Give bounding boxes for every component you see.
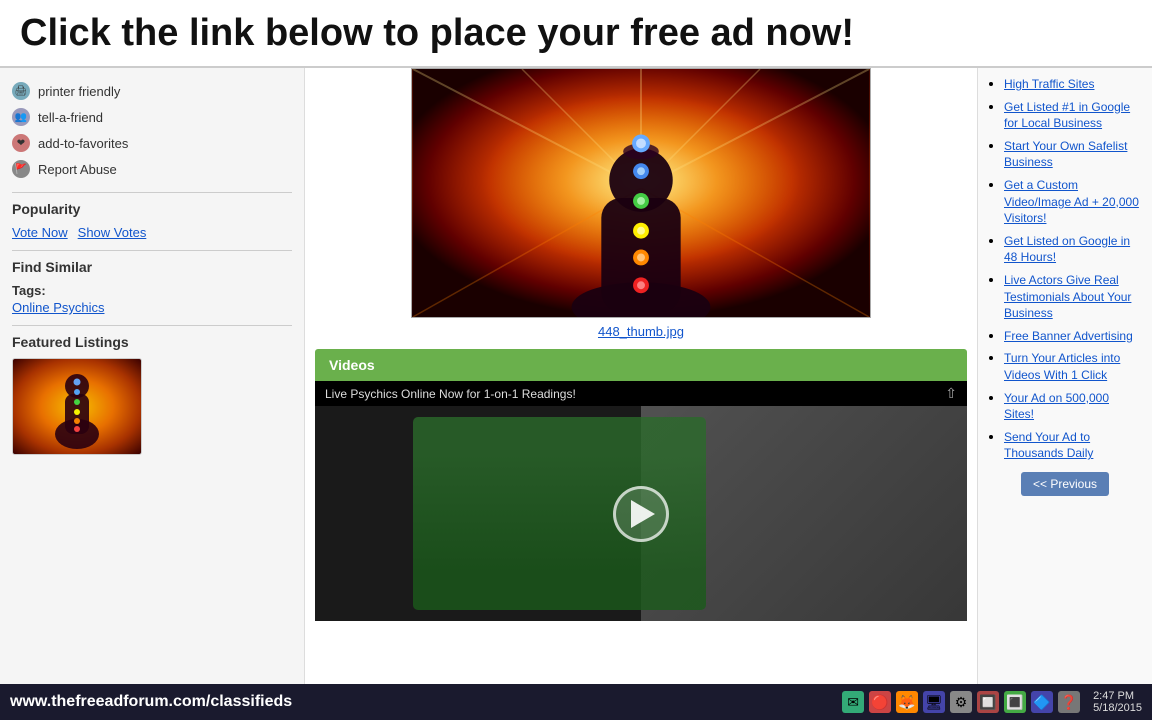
tell-friend-icon: 👥 xyxy=(12,108,30,126)
right-sidebar-list: High Traffic Sites Get Listed #1 in Goog… xyxy=(988,76,1142,462)
thousands-daily-link[interactable]: Send Your Ad to Thousands Daily xyxy=(1004,430,1093,461)
main-image-section: 448_thumb.jpg xyxy=(305,68,977,349)
printer-friendly-item[interactable]: 🖨 printer friendly xyxy=(0,78,304,104)
main-layout: 🖨 printer friendly 👥 tell-a-friend ❤ add… xyxy=(0,68,1152,684)
popularity-section: Popularity Vote Now Show Votes xyxy=(0,192,304,240)
taskbar-icon-mail[interactable]: ✉ xyxy=(842,691,864,713)
printer-friendly-link[interactable]: printer friendly xyxy=(38,84,120,99)
actors-testimonials-link[interactable]: Live Actors Give Real Testimonials About… xyxy=(1004,273,1131,320)
right-sidebar: High Traffic Sites Get Listed #1 in Goog… xyxy=(977,68,1152,684)
left-sidebar: 🖨 printer friendly 👥 tell-a-friend ❤ add… xyxy=(0,68,305,684)
add-favorites-link[interactable]: add-to-favorites xyxy=(38,136,128,151)
site-url: www.thefreeadforum.com/classifieds xyxy=(10,693,292,711)
tags-label: Tags: xyxy=(12,283,292,298)
bottom-taskbar: www.thefreeadforum.com/classifieds ✉ 🔴 🦊… xyxy=(0,684,1152,720)
show-votes-link[interactable]: Show Votes xyxy=(78,225,147,240)
image-caption[interactable]: 448_thumb.jpg xyxy=(598,324,684,339)
google-local-link[interactable]: Get Listed #1 in Google for Local Busine… xyxy=(1004,100,1130,131)
taskbar-icon-app1[interactable]: 🔴 xyxy=(869,691,891,713)
video-top-bar: Live Psychics Online Now for 1-on-1 Read… xyxy=(315,381,967,406)
previous-button[interactable]: << Previous xyxy=(1021,472,1109,496)
printer-icon: 🖨 xyxy=(12,82,30,100)
play-triangle-icon xyxy=(631,500,655,528)
list-item: Get a Custom Video/Image Ad + 20,000 Vis… xyxy=(1004,177,1142,227)
google-48-link[interactable]: Get Listed on Google in 48 Hours! xyxy=(1004,234,1130,265)
taskbar-icon-app2[interactable]: 🖥 xyxy=(923,691,945,713)
videos-section: Videos Live Psychics Online Now for 1-on… xyxy=(305,349,977,621)
sidebar-actions: 🖨 printer friendly 👥 tell-a-friend ❤ add… xyxy=(0,78,304,182)
chakra-svg xyxy=(412,69,870,317)
vote-now-link[interactable]: Vote Now xyxy=(12,225,68,240)
list-item: Get Listed on Google in 48 Hours! xyxy=(1004,233,1142,266)
flag-icon: 🚩 xyxy=(12,160,30,178)
taskbar-icon-app3[interactable]: ⚙ xyxy=(950,691,972,713)
list-item: Free Banner Advertising xyxy=(1004,328,1142,345)
list-item: Your Ad on 500,000 Sites! xyxy=(1004,390,1142,423)
custom-video-link[interactable]: Get a Custom Video/Image Ad + 20,000 Vis… xyxy=(1004,178,1139,225)
taskbar-icons: ✉ 🔴 🦊 🖥 ⚙ 🔲 🔳 🔷 ❓ 2:47 PM 5/18/2015 xyxy=(842,690,1142,714)
articles-videos-link[interactable]: Turn Your Articles into Videos With 1 Cl… xyxy=(1004,351,1120,382)
share-button[interactable]: ⇧ xyxy=(945,385,957,402)
play-button[interactable] xyxy=(613,486,669,542)
taskbar-icon-help[interactable]: ❓ xyxy=(1058,691,1080,713)
main-chakra-image xyxy=(411,68,871,318)
taskbar-clock: 2:47 PM 5/18/2015 xyxy=(1093,690,1142,714)
video-main-area[interactable] xyxy=(315,406,967,621)
taskbar-icon-app4[interactable]: 🔲 xyxy=(977,691,999,713)
free-banner-link[interactable]: Free Banner Advertising xyxy=(1004,329,1133,343)
video-player[interactable]: Live Psychics Online Now for 1-on-1 Read… xyxy=(315,381,967,621)
heart-icon: ❤ xyxy=(12,134,30,152)
taskbar-icon-firefox[interactable]: 🦊 xyxy=(896,691,918,713)
featured-listings-title: Featured Listings xyxy=(12,325,292,350)
list-item: Live Actors Give Real Testimonials About… xyxy=(1004,272,1142,322)
ad-500k-link[interactable]: Your Ad on 500,000 Sites! xyxy=(1004,391,1109,422)
popularity-links: Vote Now Show Votes xyxy=(12,225,292,240)
list-item: Turn Your Articles into Videos With 1 Cl… xyxy=(1004,350,1142,383)
report-abuse-item[interactable]: 🚩 Report Abuse xyxy=(0,156,304,182)
videos-header: Videos xyxy=(315,349,967,381)
top-banner: Click the link below to place your free … xyxy=(0,0,1152,68)
video-title: Live Psychics Online Now for 1-on-1 Read… xyxy=(325,387,576,401)
list-item: High Traffic Sites xyxy=(1004,76,1142,93)
taskbar-icon-app5[interactable]: 🔳 xyxy=(1004,691,1026,713)
taskbar-icon-app6[interactable]: 🔷 xyxy=(1031,691,1053,713)
banner-text: Click the link below to place your free … xyxy=(20,12,854,55)
center-content: 448_thumb.jpg Videos Live Psychics Onlin… xyxy=(305,68,977,684)
high-traffic-link[interactable]: High Traffic Sites xyxy=(1004,77,1094,91)
list-item: Send Your Ad to Thousands Daily xyxy=(1004,429,1142,462)
popularity-title: Popularity xyxy=(12,192,292,217)
safelist-link[interactable]: Start Your Own Safelist Business xyxy=(1004,139,1127,170)
featured-chakra-image xyxy=(47,364,107,449)
featured-listings-section: Featured Listings xyxy=(0,325,304,455)
tell-a-friend-item[interactable]: 👥 tell-a-friend xyxy=(0,104,304,130)
list-item: Get Listed #1 in Google for Local Busine… xyxy=(1004,99,1142,132)
add-favorites-item[interactable]: ❤ add-to-favorites xyxy=(0,130,304,156)
featured-thumbnail[interactable] xyxy=(12,358,142,455)
report-abuse-link[interactable]: Report Abuse xyxy=(38,162,117,177)
find-similar-section: Find Similar Tags: Online Psychics xyxy=(0,250,304,315)
find-similar-title: Find Similar xyxy=(12,250,292,275)
tell-a-friend-link[interactable]: tell-a-friend xyxy=(38,110,103,125)
online-psychics-tag[interactable]: Online Psychics xyxy=(12,300,104,315)
list-item: Start Your Own Safelist Business xyxy=(1004,138,1142,171)
